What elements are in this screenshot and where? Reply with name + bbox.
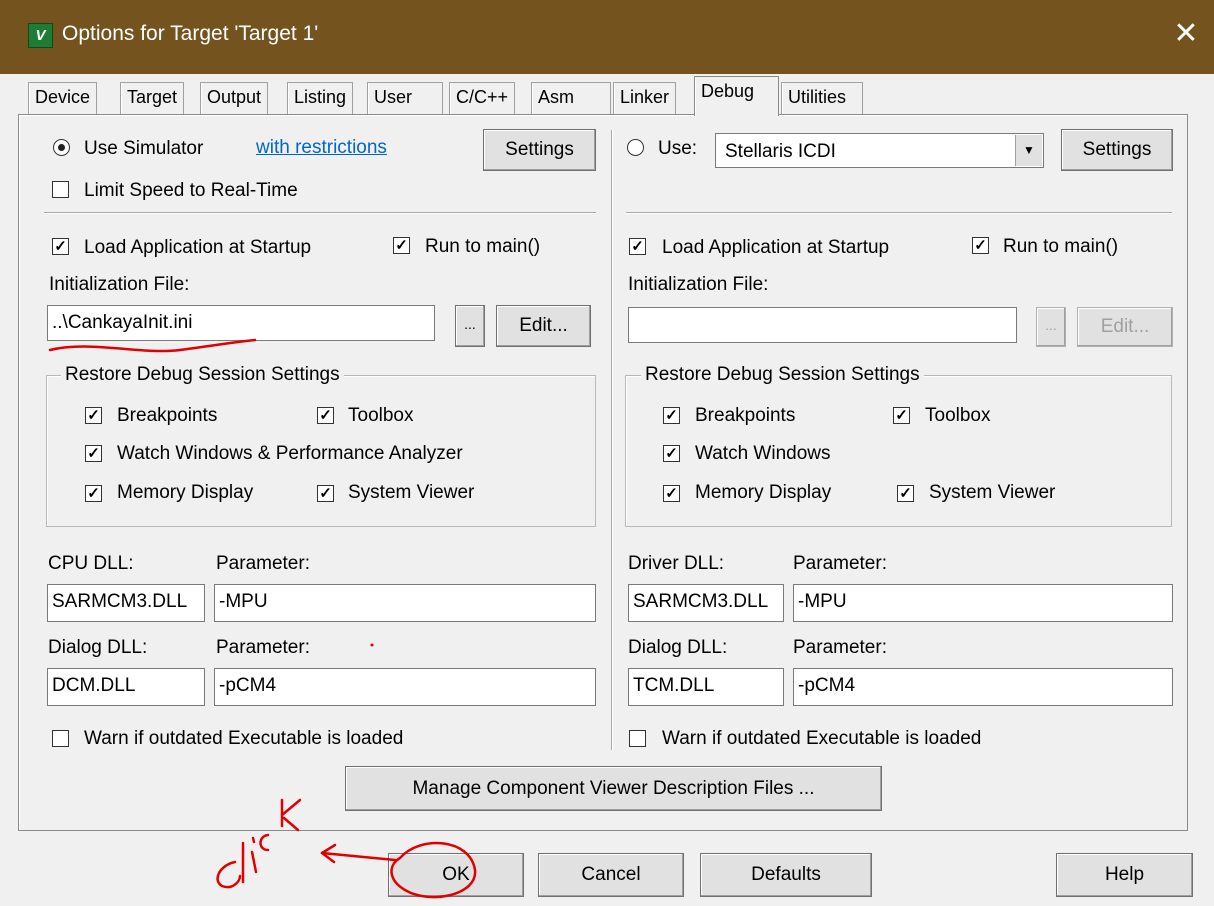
tab-debug[interactable]: Debug — [694, 76, 779, 116]
handwritten-annotation — [48, 338, 477, 899]
underline-annotation — [48, 338, 257, 353]
ok-circle-annotation — [390, 841, 477, 899]
arrow-annotation — [320, 851, 397, 862]
